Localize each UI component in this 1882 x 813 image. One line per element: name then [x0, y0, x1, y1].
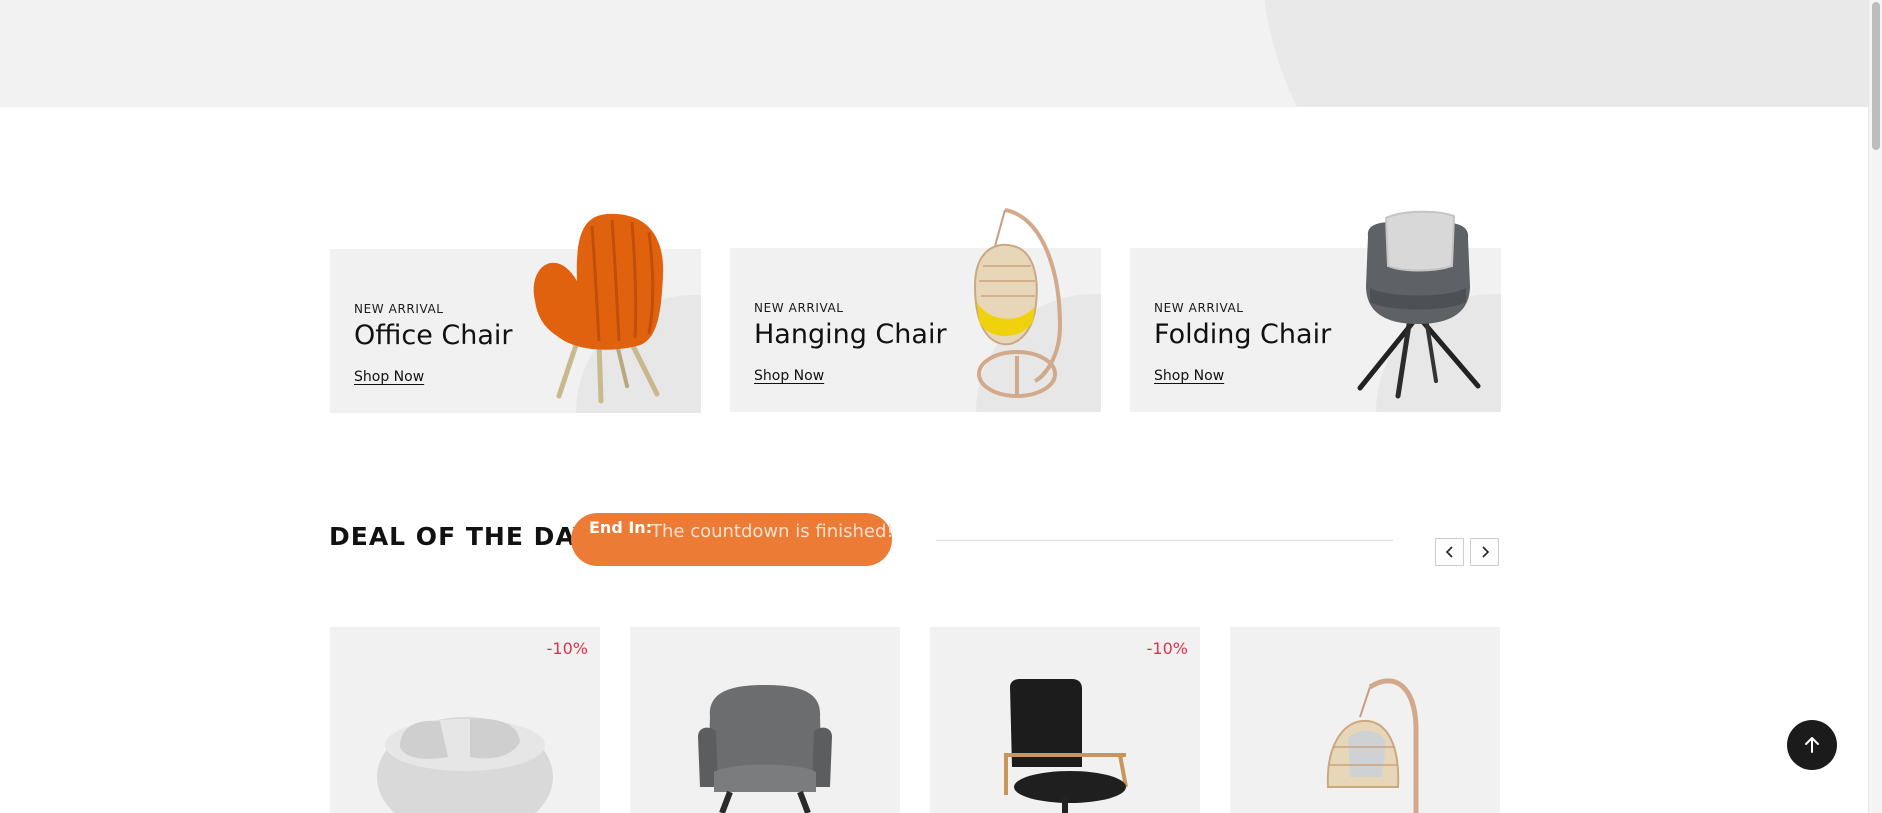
banner-kicker: NEW ARRIVAL [1154, 301, 1244, 315]
gray-armchair-image [698, 685, 832, 813]
banner-hanging-chair[interactable]: NEW ARRIVAL Hanging Chair Shop Now [730, 208, 1101, 412]
chevron-left-icon [1445, 546, 1453, 558]
product-card[interactable]: -10% [930, 627, 1200, 813]
page-scrollbar[interactable] [1868, 0, 1882, 813]
folding-chair-image [1357, 210, 1481, 399]
deal-of-the-day-heading: DEAL OF THE DAY [329, 522, 593, 551]
banner-title: Folding Chair [1154, 319, 1332, 350]
round-sofa-chair-image [377, 717, 553, 813]
black-office-chair-image [1004, 679, 1128, 813]
shop-now-link[interactable]: Shop Now [354, 369, 424, 385]
product-card[interactable] [1230, 627, 1500, 813]
banner-kicker: NEW ARRIVAL [754, 301, 844, 315]
office-chair-image [533, 213, 664, 404]
hanging-chair-image [973, 208, 1063, 398]
shop-now-link[interactable]: Shop Now [754, 368, 824, 384]
banner-title: Office Chair [354, 320, 513, 351]
hero-decoration [1262, 0, 1868, 107]
banner-kicker: NEW ARRIVAL [354, 302, 444, 316]
hero-banner-bottom [0, 0, 1868, 107]
banner-title: Hanging Chair [754, 319, 947, 350]
chevron-right-icon [1481, 546, 1489, 558]
scrollbar-thumb[interactable] [1872, 2, 1880, 150]
banner-folding-chair[interactable]: NEW ARRIVAL Folding Chair Shop Now [1130, 210, 1501, 412]
hanging-chair-product-image [1326, 678, 1419, 813]
countdown-end-label: End In: [589, 518, 653, 537]
shop-now-link[interactable]: Shop Now [1154, 368, 1224, 384]
countdown-message: The countdown is finished! [651, 521, 894, 542]
product-card[interactable]: -10% [330, 627, 600, 813]
product-card[interactable] [630, 627, 900, 813]
back-to-top-button[interactable] [1787, 720, 1837, 770]
banner-office-chair[interactable]: NEW ARRIVAL Office Chair Shop Now [330, 213, 701, 413]
section-divider [936, 540, 1393, 541]
countdown-badge: End In: The countdown is finished! [571, 513, 894, 566]
arrow-up-icon [1805, 737, 1819, 753]
carousel-prev-button[interactable] [1435, 538, 1464, 566]
carousel-next-button[interactable] [1470, 538, 1499, 566]
